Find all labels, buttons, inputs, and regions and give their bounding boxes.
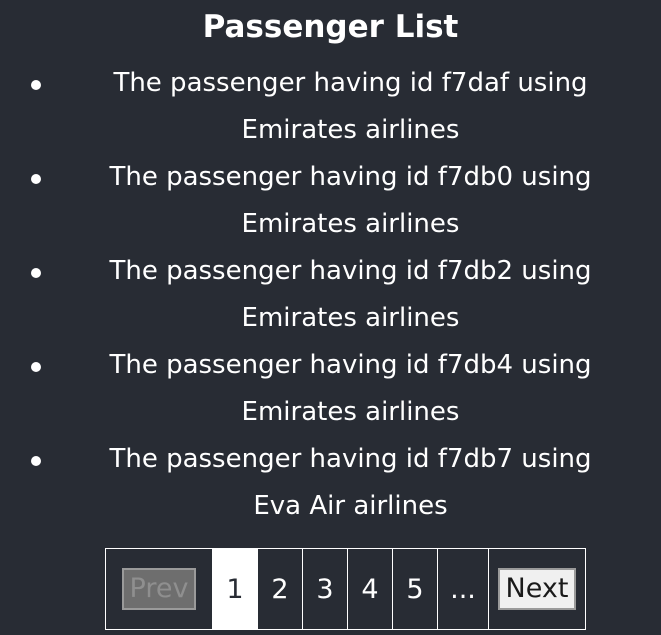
- list-item: The passenger having id f7db4 using Emir…: [0, 342, 661, 436]
- next-cell: Next: [489, 549, 585, 629]
- bullet-icon: [31, 362, 41, 372]
- bullet-icon: [31, 80, 41, 90]
- bullet-icon: [31, 456, 41, 466]
- list-item: The passenger having id f7daf using Emir…: [0, 60, 661, 154]
- page-link-1[interactable]: 1: [213, 549, 258, 629]
- page-link-3[interactable]: 3: [303, 549, 348, 629]
- passenger-list: The passenger having id f7daf using Emir…: [0, 60, 661, 530]
- list-item: The passenger having id f7db2 using Emir…: [0, 248, 661, 342]
- passenger-text: The passenger having id f7db0 using Emir…: [109, 162, 592, 239]
- passenger-text: The passenger having id f7db2 using Emir…: [109, 256, 592, 333]
- list-item: The passenger having id f7db7 using Eva …: [0, 436, 661, 530]
- page-link-2[interactable]: 2: [258, 549, 303, 629]
- passenger-text: The passenger having id f7db4 using Emir…: [109, 350, 592, 427]
- page-link-5[interactable]: 5: [393, 549, 438, 629]
- bullet-icon: [31, 268, 41, 278]
- page-title: Passenger List: [202, 9, 459, 45]
- list-item: The passenger having id f7db0 using Emir…: [0, 154, 661, 248]
- page-ellipsis[interactable]: ...: [438, 549, 489, 629]
- page-link-4[interactable]: 4: [348, 549, 393, 629]
- prev-cell: Prev: [106, 549, 213, 629]
- passenger-text: The passenger having id f7db7 using Eva …: [109, 444, 592, 521]
- passenger-text: The passenger having id f7daf using Emir…: [113, 68, 588, 145]
- next-button[interactable]: Next: [497, 568, 577, 610]
- prev-button[interactable]: Prev: [121, 568, 197, 610]
- pagination: Prev 1 2 3 4 5 ... Next: [105, 548, 586, 630]
- bullet-icon: [31, 174, 41, 184]
